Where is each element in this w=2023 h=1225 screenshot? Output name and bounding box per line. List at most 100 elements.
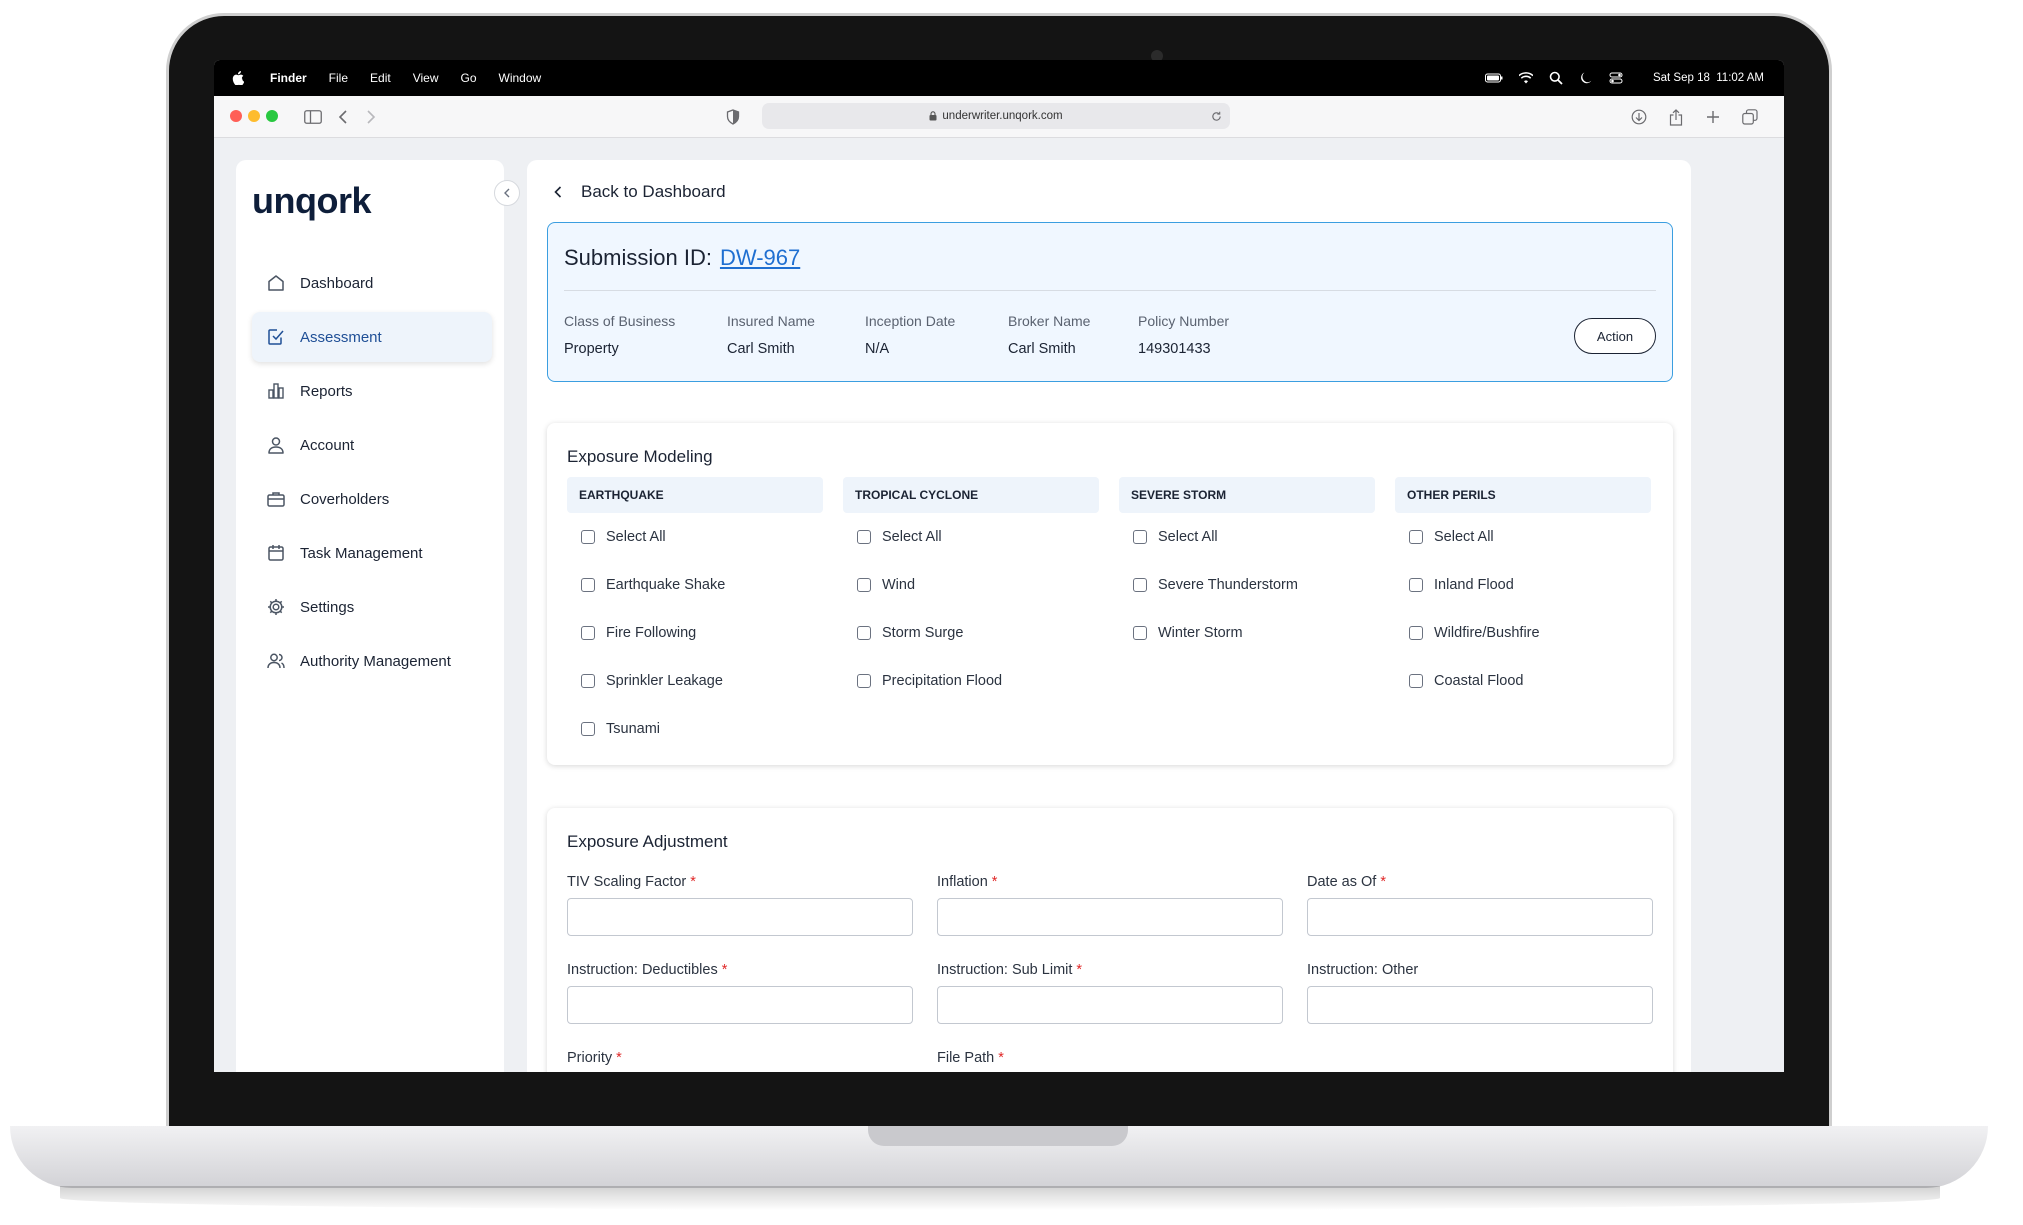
field-label-text: File Path (937, 1050, 995, 1066)
back-to-dashboard-link[interactable]: Back to Dashboard (551, 182, 726, 202)
checkbox-label: Winter Storm (1158, 625, 1243, 641)
checkbox-winter-storm[interactable]: Winter Storm (1119, 609, 1375, 657)
field-label: Inflation * (937, 874, 1283, 898)
checkbox-coastal-flood[interactable]: Coastal Flood (1395, 657, 1651, 705)
checkbox-select-all-tropical-cyclone[interactable]: Select All (843, 513, 1099, 561)
menu-edit[interactable]: Edit (370, 71, 391, 85)
reload-icon[interactable] (1211, 111, 1222, 122)
browser-forward-button[interactable] (360, 106, 382, 128)
checkbox[interactable] (581, 530, 595, 544)
checkbox[interactable] (857, 626, 871, 640)
battery-icon[interactable] (1484, 71, 1503, 85)
sidebar-item-task-management[interactable]: Task Management (252, 528, 492, 578)
close-window-button[interactable] (230, 110, 242, 122)
submission-id-link[interactable]: DW-967 (720, 245, 800, 270)
sidebar-item-account[interactable]: Account (252, 420, 492, 470)
menu-file[interactable]: File (329, 71, 348, 85)
menu-finder[interactable]: Finder (270, 71, 307, 85)
checkbox-label: Select All (882, 529, 942, 545)
exposure-adjustment-card: Exposure Adjustment TIV Scaling Factor * … (547, 808, 1673, 1072)
collapse-sidebar-button[interactable] (494, 180, 520, 206)
sidebar-item-dashboard[interactable]: Dashboard (252, 258, 492, 308)
checkbox[interactable] (1409, 674, 1423, 688)
checkbox-select-all-severe-storm[interactable]: Select All (1119, 513, 1375, 561)
meta-class-of-business: Class of Business Property (564, 313, 675, 357)
wifi-icon[interactable] (1518, 71, 1533, 85)
sidebar-item-reports[interactable]: Reports (252, 366, 492, 416)
menu-go[interactable]: Go (461, 71, 477, 85)
downloads-button[interactable] (1628, 106, 1650, 128)
instruction-other-input[interactable] (1307, 986, 1653, 1024)
meta-policy-number: Policy Number 149301433 (1138, 313, 1229, 357)
menu-window[interactable]: Window (499, 71, 542, 85)
checkbox[interactable] (857, 530, 871, 544)
checkbox[interactable] (581, 578, 595, 592)
checkbox-label: Coastal Flood (1434, 673, 1524, 689)
peril-column-header: TROPICAL CYCLONE (843, 477, 1099, 513)
share-button[interactable] (1665, 106, 1687, 128)
menubar-clock[interactable]: Sat Sep 18 11:02 AM (1653, 72, 1764, 84)
field-label: Priority * (567, 1050, 913, 1072)
apple-icon[interactable] (232, 71, 244, 85)
checkbox-fire-following[interactable]: Fire Following (567, 609, 823, 657)
sidebar-toggle-button[interactable] (302, 106, 324, 128)
required-marker: * (991, 874, 998, 890)
checkbox-select-all-earthquake[interactable]: Select All (567, 513, 823, 561)
sidebar-item-coverholders[interactable]: Coverholders (252, 474, 492, 524)
checkbox-label: Wildfire/Bushfire (1434, 625, 1540, 641)
checkbox[interactable] (1409, 530, 1423, 544)
checkbox[interactable] (1133, 578, 1147, 592)
date-as-of-input[interactable] (1307, 898, 1653, 936)
sidebar-item-label: Dashboard (300, 274, 374, 292)
inflation-input[interactable] (937, 898, 1283, 936)
checkbox-severe-thunderstorm[interactable]: Severe Thunderstorm (1119, 561, 1375, 609)
checkbox-wildfire-bushfire[interactable]: Wildfire/Bushfire (1395, 609, 1651, 657)
required-marker: * (690, 874, 696, 890)
checkbox-select-all-other-perils[interactable]: Select All (1395, 513, 1651, 561)
required-marker: * (616, 1050, 622, 1066)
checkbox-label: Fire Following (606, 625, 697, 641)
privacy-shield-button[interactable] (722, 106, 744, 128)
checkbox[interactable] (857, 674, 871, 688)
address-bar[interactable]: underwriter.unqork.com (762, 103, 1230, 129)
field-label-text: Priority (567, 1050, 613, 1066)
checkbox[interactable] (581, 674, 595, 688)
meta-inception-date: Inception Date N/A (865, 313, 955, 357)
checkbox[interactable] (1409, 626, 1423, 640)
spotlight-search-icon[interactable] (1549, 71, 1563, 85)
instruction-sub-limit-input[interactable] (937, 986, 1283, 1024)
tab-overview-button[interactable] (1739, 106, 1761, 128)
minimize-window-button[interactable] (248, 110, 260, 122)
checkbox[interactable] (581, 626, 595, 640)
sidebar-item-assessment[interactable]: Assessment (252, 312, 492, 362)
checkbox-inland-flood[interactable]: Inland Flood (1395, 561, 1651, 609)
meta-value: N/A (865, 341, 890, 357)
zoom-window-button[interactable] (266, 110, 278, 122)
sidebar-item-authority-management[interactable]: Authority Management (252, 636, 492, 686)
menu-view[interactable]: View (413, 71, 439, 85)
checkbox[interactable] (1133, 626, 1147, 640)
checkbox-sprinkler-leakage[interactable]: Sprinkler Leakage (567, 657, 823, 705)
checkbox-wind[interactable]: Wind (843, 561, 1099, 609)
unqork-logo[interactable]: unqork (252, 180, 372, 222)
checkbox[interactable] (1409, 578, 1423, 592)
checkbox-earthquake-shake[interactable]: Earthquake Shake (567, 561, 823, 609)
browser-back-button[interactable] (332, 106, 354, 128)
checkbox[interactable] (1133, 530, 1147, 544)
meta-value: Carl Smith (727, 341, 795, 357)
action-button[interactable]: Action (1574, 318, 1656, 354)
moon-icon[interactable] (1579, 71, 1593, 85)
checkbox-tsunami[interactable]: Tsunami (567, 705, 823, 753)
checkbox[interactable] (581, 722, 595, 736)
checkbox-precipitation-flood[interactable]: Precipitation Flood (843, 657, 1099, 705)
instruction-deductibles-input[interactable] (567, 986, 913, 1024)
checkbox-storm-surge[interactable]: Storm Surge (843, 609, 1099, 657)
new-tab-button[interactable] (1702, 106, 1724, 128)
tiv-scaling-factor-input[interactable] (567, 898, 913, 936)
plus-icon (1707, 111, 1719, 123)
checkbox[interactable] (857, 578, 871, 592)
sidebar-item-settings[interactable]: Settings (252, 582, 492, 632)
meta-label: Broker Name (1008, 313, 1091, 329)
field-label-text: Date as Of (1307, 874, 1377, 890)
control-center-icon[interactable] (1609, 71, 1623, 85)
